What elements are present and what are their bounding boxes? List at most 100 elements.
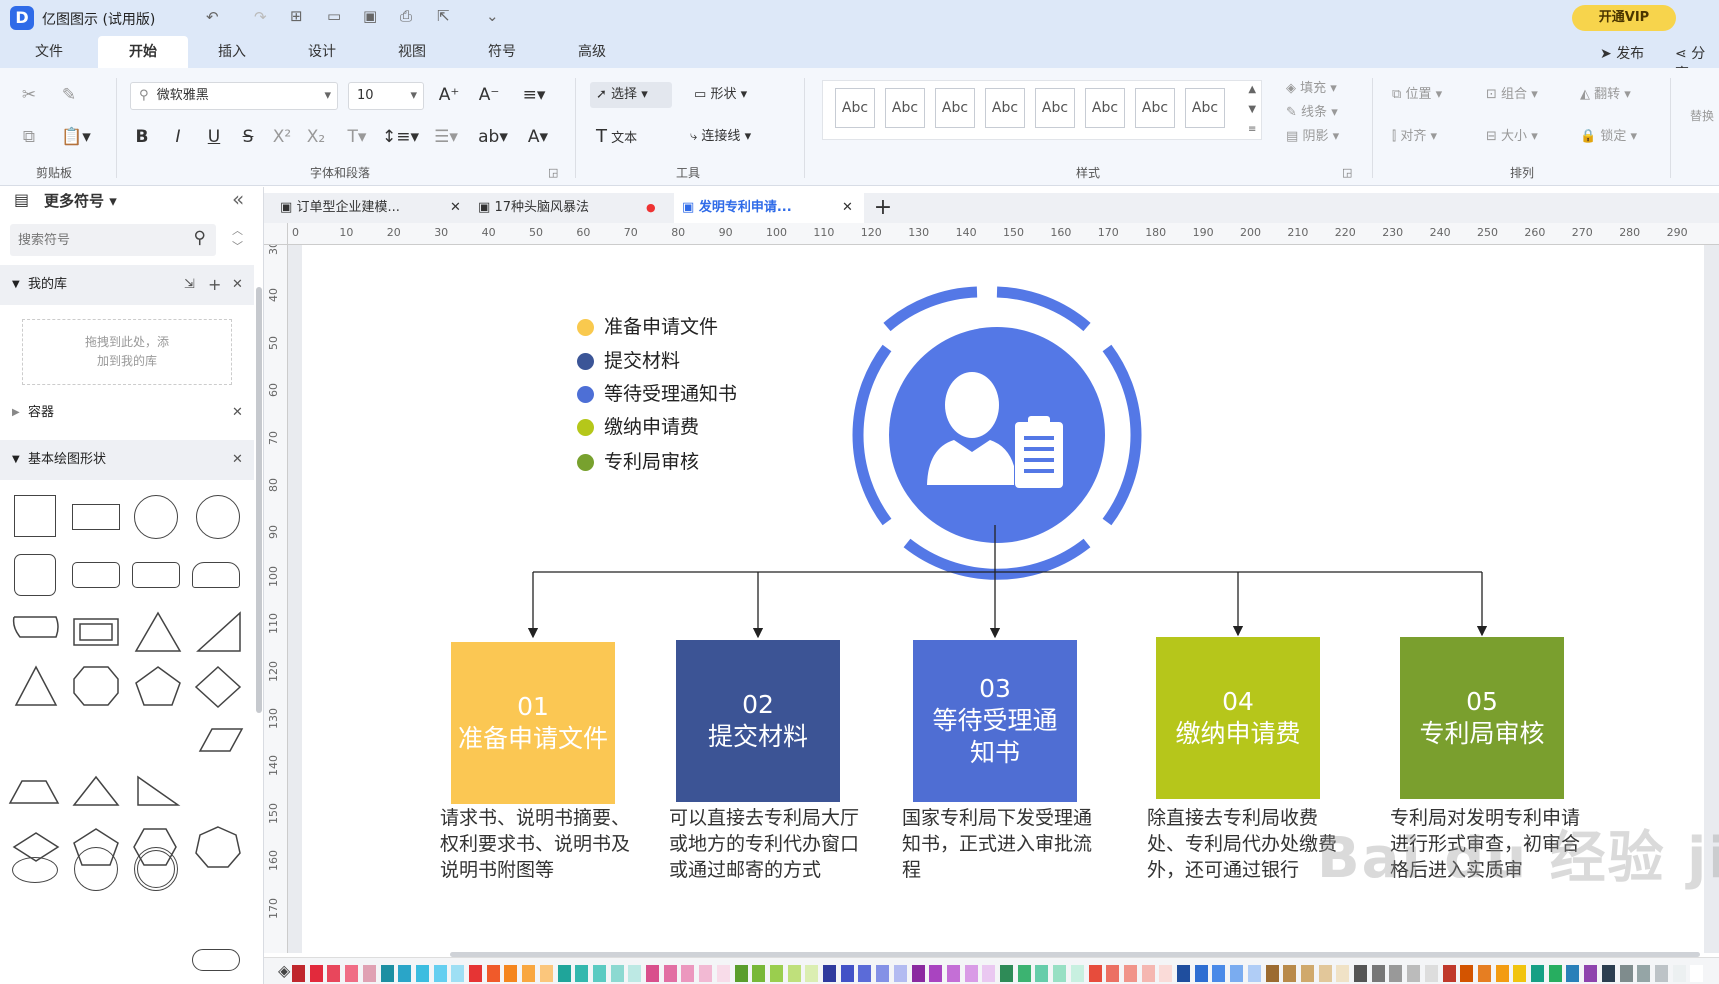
color-swatch[interactable] [1336,965,1350,982]
triangle-shape[interactable] [134,611,182,652]
bold-icon[interactable]: B [130,124,154,150]
font-shrink-icon[interactable]: A⁻ [476,82,502,108]
color-swatch[interactable] [610,965,624,982]
color-swatch[interactable] [1300,965,1314,982]
color-swatch[interactable] [1070,965,1084,982]
color-swatch[interactable] [946,965,960,982]
tab-patent-application[interactable]: ▣ 发明专利申请... ✕ [674,193,864,223]
font-grow-icon[interactable]: A⁺ [436,82,462,108]
style-preset-1[interactable]: Abc [835,88,875,128]
color-swatch[interactable] [1442,965,1456,982]
color-swatch[interactable] [1460,965,1474,982]
menu-advanced[interactable]: 高级 [560,36,624,68]
step-box-03[interactable]: 03 等待受理通知书 [913,640,1077,802]
step-box-04[interactable]: 04 缴纳申请费 [1156,637,1320,799]
color-swatch[interactable] [769,965,783,982]
import-icon[interactable]: ⇲ [184,265,195,305]
color-swatch[interactable] [1283,965,1297,982]
close-icon[interactable]: ✕ [450,193,461,223]
color-swatch[interactable] [575,965,589,982]
color-swatch[interactable] [398,965,412,982]
color-swatch[interactable] [1584,965,1598,982]
color-swatch[interactable] [1088,965,1102,982]
position-button[interactable]: ⧉ 位置 ▾ [1392,82,1442,108]
collapse-panel-icon[interactable]: « [232,187,244,211]
color-swatch[interactable] [592,965,606,982]
color-swatch[interactable] [1672,965,1686,982]
color-swatch[interactable] [1141,965,1155,982]
color-swatch[interactable] [716,965,730,982]
document-shape[interactable] [12,616,59,638]
color-swatch[interactable] [823,965,836,982]
color-swatch[interactable] [1619,965,1633,982]
text-case-icon[interactable]: T▾ [340,124,374,150]
rounded-rectangle-shape[interactable] [72,562,120,588]
close-icon[interactable]: ✕ [232,440,243,480]
hexagon-shape[interactable] [133,828,177,866]
vip-button[interactable]: 开通VIP [1572,5,1676,31]
copy-icon[interactable]: ⧉ [16,124,42,150]
cut-icon[interactable]: ✂ [16,82,42,108]
rectangle-shape[interactable] [72,504,120,530]
expand-icon[interactable]: ◲ [1342,166,1352,179]
color-swatch[interactable] [557,965,571,982]
color-swatch[interactable] [433,965,447,982]
triangle-shape[interactable] [14,665,58,706]
italic-icon[interactable]: I [166,124,190,150]
close-icon[interactable]: ✕ [232,393,243,433]
color-swatch[interactable] [1354,965,1367,982]
parallelogram-shape[interactable] [198,728,244,752]
style-preset-2[interactable]: Abc [885,88,925,128]
menu-home[interactable]: 开始 [98,36,188,68]
paste-icon[interactable]: 📋▾ [56,124,96,150]
color-swatch[interactable] [1637,965,1651,982]
align-button[interactable]: ⫿ 对齐 ▾ [1392,124,1437,150]
circle-shape[interactable] [134,495,178,539]
color-swatch[interactable] [734,965,748,982]
undo-icon[interactable]: ↶ [206,8,219,26]
color-swatch[interactable] [362,965,376,982]
superscript-icon[interactable]: X² [270,124,294,150]
color-swatch[interactable] [380,965,394,982]
color-swatch[interactable] [681,965,695,982]
color-swatch[interactable] [1477,965,1491,982]
publish-button[interactable]: ➤ 发布 [1600,43,1644,63]
color-swatch[interactable] [1566,965,1580,982]
shape-tool-button[interactable]: ▭ 形状 ▾ [694,82,774,108]
basic-shapes-section[interactable]: ▼ 基本绘图形状 ✕ [0,440,254,480]
color-swatch[interactable] [327,965,341,982]
color-swatch[interactable] [309,965,323,982]
color-swatch[interactable] [1123,965,1137,982]
color-swatch[interactable] [893,965,907,982]
color-swatch[interactable] [929,965,943,982]
add-icon[interactable]: + [208,265,221,305]
pentagon-shape[interactable] [73,828,119,866]
pentagon-shape[interactable] [135,666,181,706]
menu-file[interactable]: 文件 [18,36,80,68]
color-swatch[interactable] [292,965,305,982]
tab-brainstorm[interactable]: ▣ 17种头脑风暴法 ● [478,193,666,223]
new-tab-button[interactable]: + [868,193,898,223]
shadow-button[interactable]: ▤ 阴影 ▾ [1286,124,1339,150]
style-preset-7[interactable]: Abc [1135,88,1175,128]
color-swatch[interactable] [1017,965,1031,982]
color-swatch[interactable] [1654,965,1668,982]
step-box-02[interactable]: 02 提交材料 [676,640,840,802]
redo-icon[interactable]: ↷ [254,8,267,26]
color-swatch[interactable] [1106,965,1120,982]
color-swatch[interactable] [1230,965,1244,982]
bullet-list-icon[interactable]: ☰▾ [428,124,464,150]
octagon-shape[interactable] [73,666,119,706]
line-style-button[interactable]: ✎ 线条 ▾ [1286,100,1338,126]
color-swatch[interactable] [911,965,925,982]
new-file-icon[interactable]: ⊞ [290,7,303,25]
group-button[interactable]: ⊡ 组合 ▾ [1486,82,1538,108]
connector-tool-button[interactable]: ⤷ 连接线 ▾ [690,124,786,150]
color-swatch[interactable] [1053,965,1067,982]
color-swatch[interactable] [415,965,429,982]
color-swatch[interactable] [787,965,801,982]
snip-rectangle-shape[interactable] [192,562,240,588]
font-color-icon[interactable]: A▾ [520,124,556,150]
font-name-select[interactable]: ⚲ 微软雅黑 ▾ [130,82,338,110]
color-swatch[interactable] [1407,965,1421,982]
